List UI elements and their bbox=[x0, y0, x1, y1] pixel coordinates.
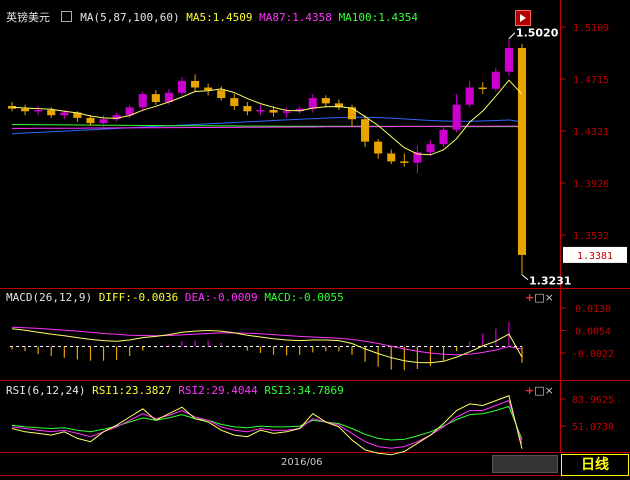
square-icon[interactable]: □ bbox=[534, 384, 544, 397]
period-button[interactable]: 日线 bbox=[561, 454, 629, 476]
candle-body bbox=[60, 112, 69, 116]
macd-header: MACD(26,12,9) bbox=[6, 291, 93, 304]
candle-body bbox=[465, 87, 474, 105]
ma87-value: MA87:1.4358 bbox=[259, 11, 332, 24]
rsi-layer: 83.9625 51.0730 bbox=[11, 395, 614, 456]
macd-macd-value: MACD:-0.0055 bbox=[264, 291, 344, 304]
macd-tick-label: 0.0054 bbox=[575, 327, 611, 338]
candle-body bbox=[282, 111, 291, 113]
candle-body bbox=[34, 109, 43, 112]
candle-body bbox=[374, 141, 383, 154]
plus-icon[interactable]: + bbox=[525, 384, 534, 397]
rsi-panel-controls: +□× bbox=[525, 385, 554, 397]
rsi-legend: RSI(6,12,24) RSI1:23.3827 RSI2:29.4044 R… bbox=[6, 384, 344, 398]
main-legend: 英镑美元 MA(5,87,100,60) MA5:1.4509 MA87:1.4… bbox=[6, 11, 418, 25]
square-icon[interactable]: □ bbox=[534, 291, 544, 304]
macd-panel-controls: +□× bbox=[525, 292, 554, 304]
candle-body bbox=[99, 119, 108, 124]
macd-tick-label: 0.0130 bbox=[575, 304, 611, 315]
period-input[interactable] bbox=[492, 455, 558, 473]
rsi-tick-label: 83.9625 bbox=[572, 395, 614, 406]
candle-body bbox=[517, 47, 527, 255]
macd-diff-value: DIFF:-0.0036 bbox=[98, 291, 179, 304]
candle-body bbox=[138, 94, 147, 108]
candle-body bbox=[308, 98, 317, 109]
candle-body bbox=[230, 98, 239, 107]
candle-body bbox=[21, 108, 30, 112]
candle-body bbox=[217, 90, 226, 99]
candle-body bbox=[347, 107, 357, 120]
chart-window: 1.5109 1.4715 1.4321 1.3926 1.3532 1.3381 1.50… bbox=[0, 0, 630, 480]
chart-canvas[interactable]: 1.5109 1.4715 1.4321 1.3926 1.3532 1.3381 1.50… bbox=[0, 0, 630, 480]
main-price-layer: 1.5109 1.4715 1.4321 1.3926 1.3532 1.3381 1.50… bbox=[7, 23, 627, 288]
candle-body bbox=[151, 94, 160, 103]
macd-dea-line bbox=[11, 326, 523, 356]
candle-body bbox=[47, 109, 56, 116]
high-marker bbox=[508, 32, 516, 40]
low-marker bbox=[521, 274, 529, 281]
price-tick-label: 1.4321 bbox=[573, 127, 609, 138]
macd-tick-label: -0.0022 bbox=[572, 349, 614, 360]
time-axis-date: 2016/06 bbox=[281, 457, 323, 468]
candle-body bbox=[478, 87, 487, 90]
candle-body bbox=[86, 117, 95, 124]
candle-body bbox=[269, 109, 278, 113]
current-price-label: 1.3381 bbox=[577, 251, 613, 262]
rsi3-line bbox=[11, 405, 523, 441]
macd-legend: MACD(26,12,9) DIFF:-0.0036 DEA:-0.0009 M… bbox=[6, 291, 344, 305]
candle-body bbox=[321, 98, 330, 104]
candle-body bbox=[426, 144, 435, 153]
rsi-tick-label: 51.0730 bbox=[572, 422, 614, 433]
ma-header: MA(5,87,100,60) bbox=[80, 11, 180, 24]
ma5-value: MA5:1.4509 bbox=[186, 11, 253, 24]
high-label: 1.5020 bbox=[516, 27, 559, 40]
candle-body bbox=[491, 71, 500, 89]
plus-icon[interactable]: + bbox=[525, 291, 534, 304]
price-tick-label: 1.5109 bbox=[573, 23, 609, 34]
rsi-header: RSI(6,12,24) bbox=[6, 384, 86, 397]
price-tick-label: 1.3926 bbox=[573, 179, 609, 190]
candle-body bbox=[452, 104, 461, 130]
macd-layer: 0.0130 0.0054 -0.0022 bbox=[10, 304, 614, 371]
panel-frames bbox=[0, 0, 630, 476]
close-icon[interactable]: × bbox=[545, 384, 554, 397]
indicator-icon[interactable] bbox=[60, 11, 72, 22]
rsi3-value: RSI3:34.7869 bbox=[264, 384, 344, 397]
settings-icon[interactable] bbox=[515, 10, 531, 26]
close-icon[interactable]: × bbox=[545, 291, 554, 304]
low-label: 1.3231 bbox=[529, 275, 571, 288]
candle-body bbox=[361, 119, 370, 142]
candle-body bbox=[177, 80, 187, 93]
price-tick-label: 1.3532 bbox=[573, 231, 609, 242]
candle-body bbox=[204, 87, 213, 91]
candle-body bbox=[400, 161, 409, 163]
rsi2-value: RSI2:29.4044 bbox=[178, 384, 258, 397]
ma100-value: MA100:1.4354 bbox=[338, 11, 419, 24]
rsi1-value: RSI1:23.3827 bbox=[92, 384, 172, 397]
candle-body bbox=[504, 47, 513, 72]
candle-body bbox=[191, 80, 200, 88]
candle-body bbox=[243, 106, 252, 112]
candle-body bbox=[439, 129, 448, 145]
candle-body bbox=[387, 153, 396, 162]
candle-body bbox=[256, 109, 265, 112]
price-tick-label: 1.4715 bbox=[573, 75, 609, 86]
macd-dea-value: DEA:-0.0009 bbox=[184, 291, 258, 304]
symbol-name: 英镑美元 bbox=[6, 11, 50, 24]
